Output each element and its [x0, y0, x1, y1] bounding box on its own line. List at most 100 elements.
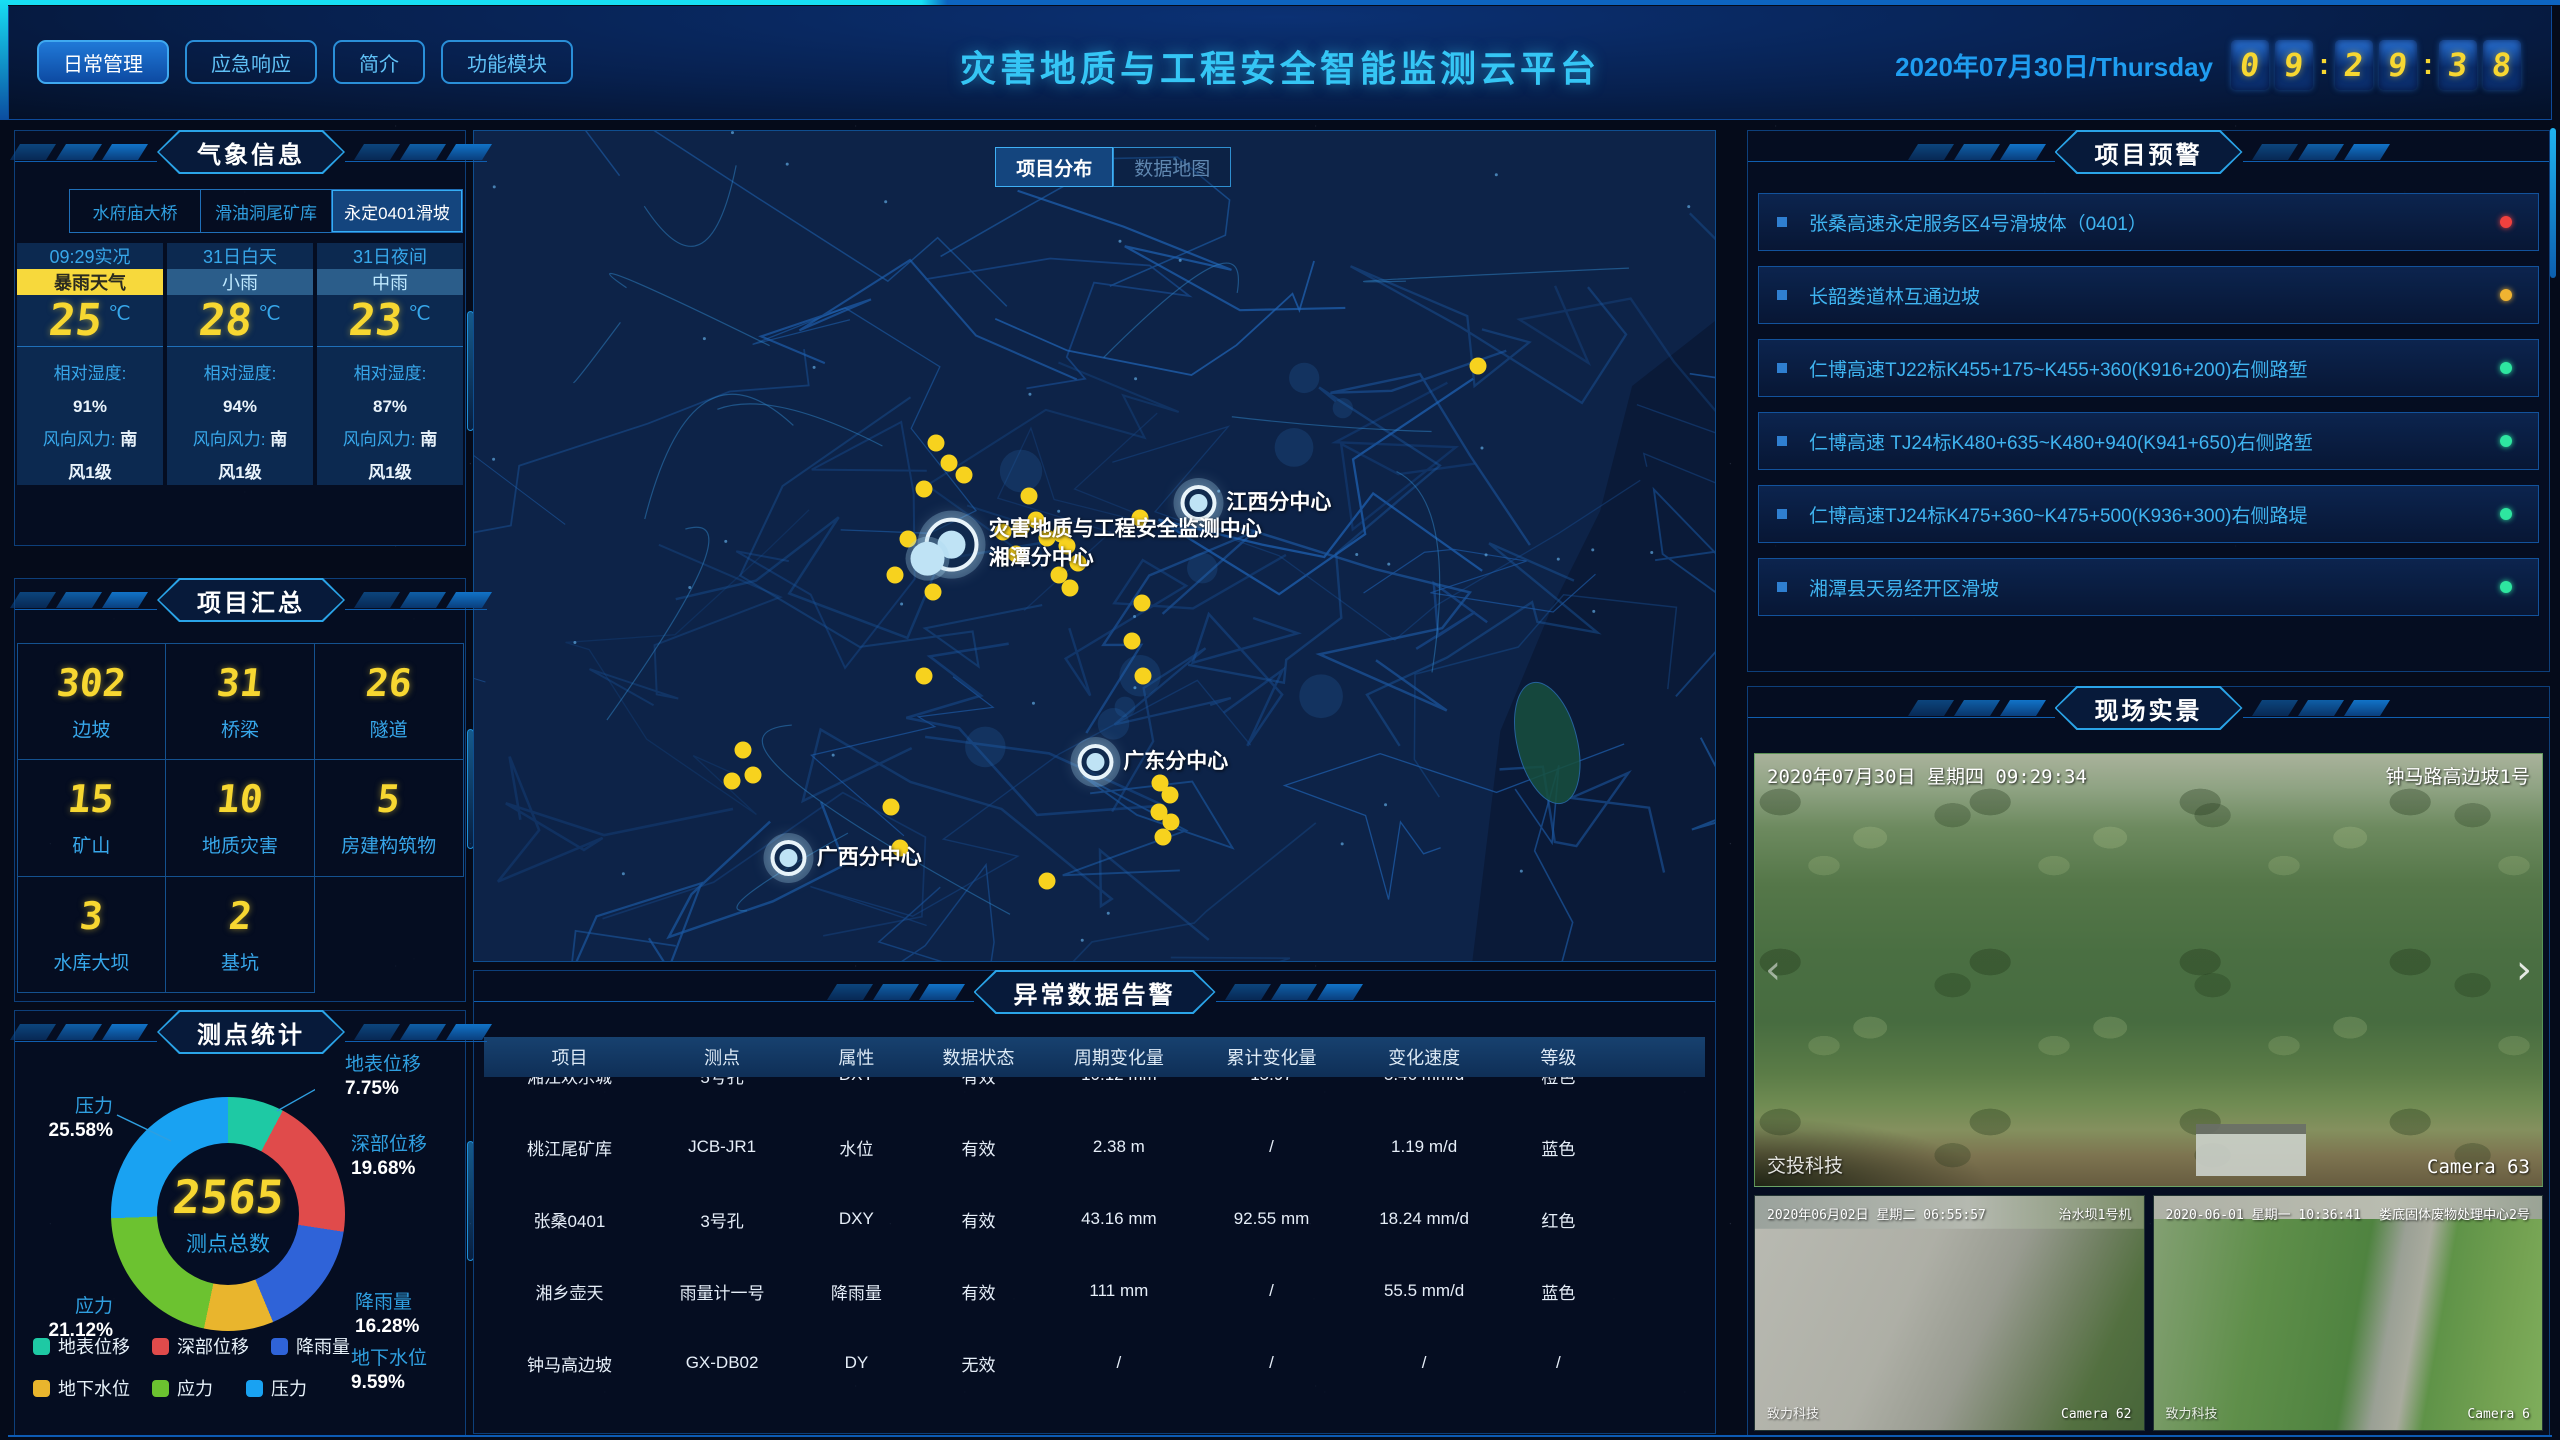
- project-dot[interactable]: [745, 767, 762, 784]
- table-cell: 10.12 mm: [1040, 1077, 1199, 1085]
- next-camera-arrow[interactable]: ›: [2516, 950, 2532, 990]
- table-row[interactable]: 钟马高边坡GX-DB02DY无效////: [484, 1327, 1705, 1399]
- map-tab-2[interactable]: 数据地图: [1113, 147, 1231, 187]
- project-dot[interactable]: [1134, 668, 1151, 685]
- summary-cell: 31桥梁: [165, 643, 315, 761]
- legend-swatch: [271, 1338, 288, 1355]
- weather-tab-2[interactable]: 滑油洞尾矿库: [201, 190, 332, 232]
- warning-item-2[interactable]: 长韶娄道林互通边坡: [1758, 266, 2539, 324]
- map-panel: 项目分布数据地图 江西分中心灾害地质与工程安全监测中心湘潭分中心广东分中心广西分…: [473, 130, 1716, 962]
- camera-thumb-1[interactable]: 2020年06月02日 星期二 06:55:57 治水坝1号机 致力科技 Cam…: [1754, 1195, 2145, 1431]
- summary-cell: 15矿山: [17, 759, 167, 877]
- legend-item[interactable]: 地下水位: [33, 1375, 130, 1401]
- table-cell: 92.55 mm: [1198, 1209, 1345, 1229]
- camera-thumb-2[interactable]: 2020-06-01 星期一 10:36:41 娄底固体废物处理中心2号 致力科…: [2153, 1195, 2544, 1431]
- summary-label: 地质灾害: [202, 831, 278, 858]
- weather-title-text: 气象信息: [157, 130, 345, 174]
- summary-label: 水库大坝: [53, 948, 129, 975]
- project-dot[interactable]: [916, 668, 933, 685]
- project-dot[interactable]: [1123, 632, 1140, 649]
- summary-value: 10: [215, 777, 265, 821]
- camera-thumbnails: 2020年06月02日 星期二 06:55:57 治水坝1号机 致力科技 Cam…: [1754, 1195, 2543, 1431]
- nav-button-1[interactable]: 日常管理: [37, 40, 169, 84]
- project-dot[interactable]: [1469, 357, 1486, 374]
- main-camera-view[interactable]: 2020年07月30日 星期四 09:29:34 钟马路高边坡1号 交投科技 C…: [1754, 753, 2543, 1187]
- table-cell: /: [1345, 1353, 1504, 1373]
- right-scroll-bar[interactable]: [2550, 128, 2556, 278]
- center-marker[interactable]: 灾害地质与工程安全监测中心湘潭分中心: [925, 516, 1262, 573]
- legend-item[interactable]: 降雨量: [271, 1333, 350, 1359]
- summary-value: 3: [78, 894, 106, 938]
- weather-site-tabs: 水府庙大桥滑油洞尾矿库永定0401滑坡: [69, 189, 463, 233]
- project-dot[interactable]: [724, 772, 741, 789]
- nav-button-3[interactable]: 简介: [333, 40, 425, 84]
- title-deco-left: [474, 982, 974, 1002]
- summary-value: 302: [55, 661, 128, 705]
- warning-item-3[interactable]: 仁博高速TJ22标K455+175~K455+360(K916+200)右侧路堑: [1758, 339, 2539, 397]
- nav-button-2[interactable]: 应急响应: [185, 40, 317, 84]
- camera-id: Camera 63: [2427, 1156, 2530, 1178]
- table-cell: 3.83 mm/d: [1345, 1425, 1504, 1427]
- table-cell: 无效: [917, 1351, 1039, 1376]
- project-dot[interactable]: [1061, 579, 1078, 596]
- nav-button-4[interactable]: 功能模块: [441, 40, 573, 84]
- project-dot[interactable]: [1133, 595, 1150, 612]
- left-column: 气象信息 水府庙大桥滑油洞尾矿库永定0401滑坡 09:29实况暴雨天气25℃相…: [14, 126, 466, 1436]
- camera-name: 钟马路高边坡1号: [2386, 762, 2530, 789]
- project-dot[interactable]: [927, 435, 944, 452]
- bullet-icon: [1777, 436, 1787, 446]
- prev-camera-arrow[interactable]: ‹: [1765, 950, 1781, 990]
- weather-tab-3[interactable]: 永定0401滑坡: [332, 190, 462, 232]
- project-dot[interactable]: [1020, 488, 1037, 505]
- top-frame-line: [0, 0, 2560, 5]
- project-dot[interactable]: [886, 567, 903, 584]
- thumb1-timestamp: 2020年06月02日 星期二 06:55:57: [1767, 1204, 1986, 1223]
- table-cell: 有效: [917, 1077, 1039, 1088]
- weather-tab-1[interactable]: 水府庙大桥: [70, 190, 201, 232]
- table-cell: DXY: [795, 1209, 917, 1229]
- warning-item-6[interactable]: 湘潭县天易经开区滑坡: [1758, 558, 2539, 616]
- warning-item-5[interactable]: 仁博高速TJ24标K475+360~K475+500(K936+300)右侧路堤: [1758, 485, 2539, 543]
- weather-column-3: 31日夜间中雨23℃相对湿度: 87%风向风力: 南风1级: [317, 243, 463, 485]
- table-row[interactable]: 张桑0401ZS0401-DB1DXY有效8.86 mm23.16mm3.83 …: [484, 1399, 1705, 1427]
- table-cell: 蓝色: [1503, 1423, 1613, 1428]
- summary-cell-empty: [314, 876, 464, 994]
- bullet-icon: [1777, 290, 1787, 300]
- summary-value: 31: [215, 661, 265, 705]
- legend-item[interactable]: 压力: [246, 1375, 318, 1401]
- donut-label-深部位移: 深部位移19.68%: [351, 1133, 427, 1181]
- warning-item-4[interactable]: 仁博高速 TJ24标K480+635~K480+940(K941+650)右侧路…: [1758, 412, 2539, 470]
- project-dot[interactable]: [900, 531, 917, 548]
- project-dot[interactable]: [882, 799, 899, 816]
- project-summary-panel: 项目汇总 302边坡31桥梁26隧道15矿山10地质灾害5房建构筑物3水库大坝2…: [14, 578, 466, 1002]
- map-tab-1[interactable]: 项目分布: [995, 147, 1113, 187]
- center-marker[interactable]: 广西分中心: [771, 840, 922, 876]
- table-cell: 桃江尾矿库: [490, 1135, 649, 1160]
- table-row[interactable]: 湘乡壶天雨量计一号降雨量有效111 mm/55.5 mm/d蓝色: [484, 1255, 1705, 1327]
- legend-item[interactable]: 应力: [152, 1375, 224, 1401]
- project-dot[interactable]: [941, 455, 958, 472]
- warning-text: 仁博高速TJ24标K475+360~K475+500(K936+300)右侧路堤: [1809, 501, 2500, 528]
- project-dot[interactable]: [735, 742, 752, 759]
- legend-item[interactable]: 深部位移: [152, 1333, 249, 1359]
- project-dot[interactable]: [1039, 873, 1056, 890]
- title-deco-right: [345, 590, 487, 610]
- project-dot[interactable]: [956, 467, 973, 484]
- table-row[interactable]: 桃江尾矿库JCB-JR1水位有效2.38 m/1.19 m/d蓝色: [484, 1111, 1705, 1183]
- title-deco-right: [345, 1022, 487, 1042]
- thumb1-brand: 致力科技: [1767, 1403, 1819, 1422]
- table-row[interactable]: 湘江欢乐城5号孔DXY有效10.12 mm15.975.46 mm/d橙色: [484, 1077, 1705, 1111]
- project-dot[interactable]: [1154, 828, 1171, 845]
- project-dot[interactable]: [916, 480, 933, 497]
- summary-value: 15: [66, 777, 116, 821]
- table-cell: 1.19 m/d: [1345, 1137, 1504, 1157]
- project-dot[interactable]: [925, 583, 942, 600]
- weather-time: 31日白天: [167, 243, 313, 269]
- table-row[interactable]: 张桑04013号孔DXY有效43.16 mm92.55 mm18.24 mm/d…: [484, 1183, 1705, 1255]
- table-cell: 钟马高边坡: [490, 1351, 649, 1376]
- summary-cell: 5房建构筑物: [314, 759, 464, 877]
- warning-item-1[interactable]: 张桑高速永定服务区4号滑坡体（0401）: [1758, 193, 2539, 251]
- weather-details: 相对湿度: 94%风向风力: 南风1级: [167, 347, 313, 490]
- center-marker[interactable]: 广东分中心: [1077, 744, 1228, 780]
- project-dot[interactable]: [1162, 787, 1179, 804]
